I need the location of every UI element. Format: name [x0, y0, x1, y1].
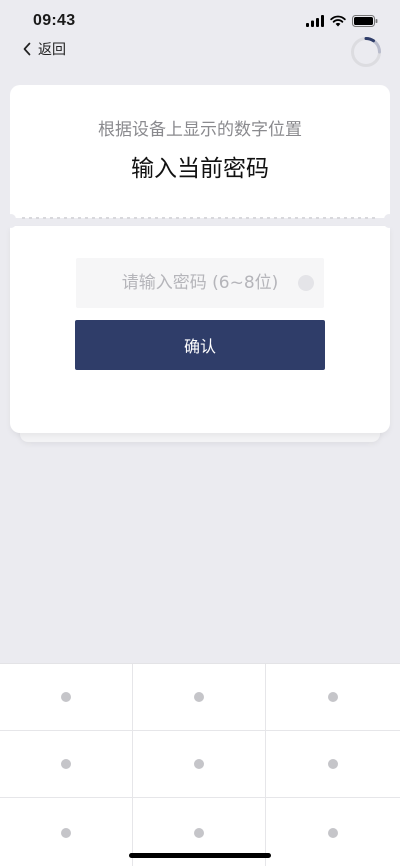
keypad-key[interactable] [0, 664, 133, 731]
back-label: 返回 [38, 42, 66, 58]
back-button[interactable]: 返回 [22, 38, 66, 60]
dot-icon [194, 827, 204, 838]
dot-icon [328, 827, 338, 838]
dot-icon [61, 827, 71, 838]
instruction-subtitle: 根据设备上显示的数字位置 [98, 120, 302, 140]
card-notch-left [6, 214, 16, 228]
password-input[interactable] [76, 258, 324, 308]
dot-icon [328, 759, 338, 769]
confirm-button[interactable]: 确认 [75, 320, 325, 370]
home-indicator[interactable] [129, 853, 271, 858]
dot-icon [194, 692, 204, 702]
keypad-key[interactable] [266, 664, 400, 731]
screen: 09:43 返回 根据设备上显示的数字位置 输入当前密码 确认 [0, 0, 400, 866]
dot-icon [194, 759, 204, 769]
status-icons [306, 14, 378, 28]
keypad-key[interactable] [0, 731, 133, 798]
page-title: 输入当前密码 [131, 156, 269, 182]
keypad-key[interactable] [0, 798, 133, 866]
cellular-signal-icon [306, 15, 324, 27]
keypad-key[interactable] [266, 798, 400, 866]
card-notch-right [384, 214, 394, 228]
battery-icon [352, 15, 378, 27]
number-keypad [0, 663, 400, 866]
chevron-left-icon [23, 42, 31, 56]
dot-icon [61, 692, 71, 702]
keypad-key[interactable] [266, 731, 400, 798]
wifi-icon [330, 15, 346, 27]
loading-spinner-icon [351, 37, 381, 67]
keypad-key[interactable] [133, 731, 266, 798]
password-field [76, 258, 324, 308]
dot-icon [328, 692, 338, 702]
status-bar: 09:43 [0, 0, 400, 40]
card-dashed-divider [22, 217, 378, 219]
dot-icon [61, 759, 71, 769]
status-time: 09:43 [33, 12, 76, 29]
keypad-key[interactable] [133, 664, 266, 731]
clear-icon[interactable] [298, 275, 314, 291]
